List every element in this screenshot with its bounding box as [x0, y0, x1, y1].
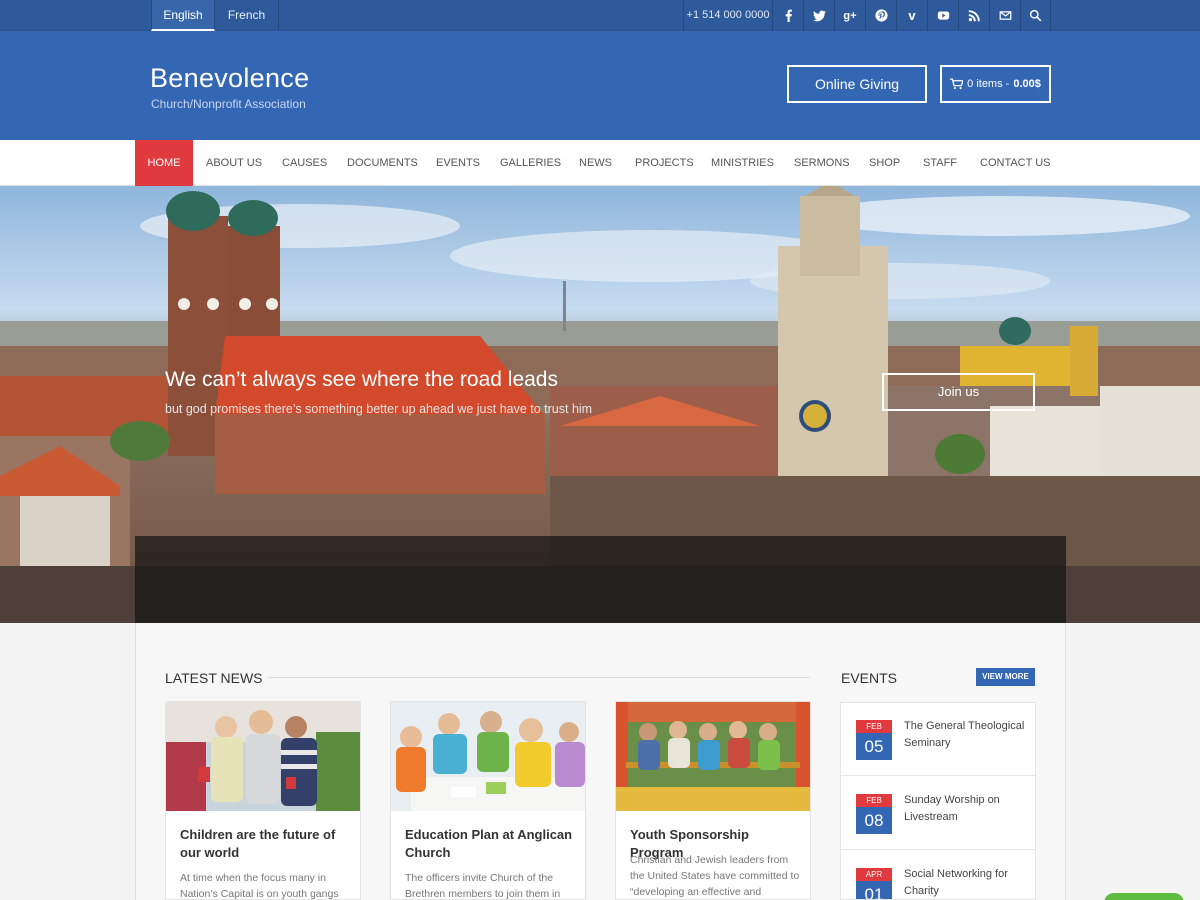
site-header: Benevolence Church/Nonprofit Association…	[0, 31, 1200, 140]
search-icon[interactable]	[1020, 0, 1051, 31]
online-giving-button[interactable]: Online Giving	[787, 65, 927, 103]
rss-icon[interactable]	[958, 0, 989, 31]
pinterest-icon[interactable]	[865, 0, 896, 31]
event-day: 05	[856, 733, 892, 760]
event-item[interactable]: FEB 05 The General Theological Seminary	[841, 703, 1035, 776]
event-date-badge: APR 01	[856, 868, 892, 899]
site-tagline: Church/Nonprofit Association	[151, 97, 306, 111]
section-divider	[268, 677, 810, 678]
mail-icon[interactable]	[989, 0, 1020, 31]
twitter-icon[interactable]	[803, 0, 834, 31]
event-title[interactable]: Social Networking for Charity	[904, 866, 1029, 899]
event-title[interactable]: The General Theological Seminary	[904, 718, 1029, 752]
cart-total: 0.00$	[1013, 78, 1041, 90]
cart-items-count: 0 items -	[967, 78, 1010, 90]
news-card[interactable]: Children are the future of our world At …	[165, 701, 361, 900]
join-us-button[interactable]: Join us	[882, 373, 1035, 411]
hero-subtitle: but god promises there’s something bette…	[165, 402, 593, 416]
nav-item-shop[interactable]: SHOP	[869, 140, 900, 186]
facebook-icon[interactable]	[772, 0, 803, 31]
event-month: FEB	[856, 720, 892, 733]
news-card[interactable]: Education Plan at Anglican Church The of…	[390, 701, 586, 900]
vimeo-icon[interactable]: v	[896, 0, 927, 31]
news-excerpt: The officers invite Church of the Brethr…	[405, 872, 561, 900]
nav-item-about-us[interactable]: ABOUT US	[206, 140, 262, 186]
news-title[interactable]: Education Plan at Anglican Church	[405, 826, 575, 862]
event-item[interactable]: APR 01 Social Networking for Charity	[841, 851, 1035, 899]
language-french[interactable]: French	[215, 0, 279, 31]
phone-number: +1 514 000 0000	[683, 0, 772, 31]
youtube-icon[interactable]	[927, 0, 958, 31]
event-item[interactable]: FEB 08 Sunday Worship on Livestream	[841, 777, 1035, 850]
nav-item-causes[interactable]: CAUSES	[282, 140, 327, 186]
hero-title: We can’t always see where the road leads	[165, 368, 558, 391]
nav-item-galleries[interactable]: GALLERIES	[500, 140, 561, 186]
site-title[interactable]: Benevolence	[150, 63, 309, 94]
nav-item-documents[interactable]: DOCUMENTS	[347, 140, 418, 186]
news-excerpt: At time when the focus many in Nation’s …	[180, 872, 339, 900]
nav-item-contact-us[interactable]: CONTACT US	[980, 140, 1051, 186]
nav-item-events[interactable]: EVENTS	[436, 140, 480, 186]
nav-item-ministries[interactable]: MINISTRIES	[711, 140, 774, 186]
event-date-badge: FEB 08	[856, 794, 892, 834]
language-english[interactable]: English	[151, 0, 215, 31]
nav-item-projects[interactable]: PROJECTS	[635, 140, 694, 186]
chat-widget-button[interactable]	[1104, 893, 1184, 900]
events-heading: EVENTS	[841, 670, 898, 686]
event-day: 01	[856, 881, 892, 899]
news-image-children	[166, 702, 360, 811]
cart-icon	[950, 78, 964, 90]
news-image-youth	[616, 702, 810, 811]
nav-item-home[interactable]: HOME	[135, 140, 193, 186]
event-month: FEB	[856, 794, 892, 807]
event-date-badge: FEB 05	[856, 720, 892, 760]
main-navigation: HOME ABOUT US CAUSES DOCUMENTS EVENTS GA…	[0, 140, 1200, 186]
latest-news-heading: LATEST NEWS	[165, 670, 263, 686]
news-card[interactable]: Youth Sponsorship Program Christian and …	[615, 701, 811, 900]
top-bar: English French +1 514 000 0000 g+ v	[0, 0, 1200, 31]
news-excerpt: Christian and Jewish leaders from the Un…	[630, 854, 800, 898]
nav-item-sermons[interactable]: SERMONS	[794, 140, 850, 186]
cart-button[interactable]: 0 items - 0.00$	[940, 65, 1051, 103]
nav-item-news[interactable]: NEWS	[579, 140, 612, 186]
event-title[interactable]: Sunday Worship on Livestream	[904, 792, 1029, 826]
google-plus-icon[interactable]: g+	[834, 0, 865, 31]
view-more-button[interactable]: VIEW MORE	[976, 668, 1035, 686]
hero-caption-band	[135, 536, 1066, 623]
events-list: FEB 05 The General Theological Seminary …	[840, 702, 1036, 900]
news-title[interactable]: Children are the future of our world	[180, 826, 350, 862]
event-month: APR	[856, 868, 892, 881]
event-day: 08	[856, 807, 892, 834]
nav-item-staff[interactable]: STAFF	[923, 140, 957, 186]
news-image-education	[391, 702, 585, 811]
